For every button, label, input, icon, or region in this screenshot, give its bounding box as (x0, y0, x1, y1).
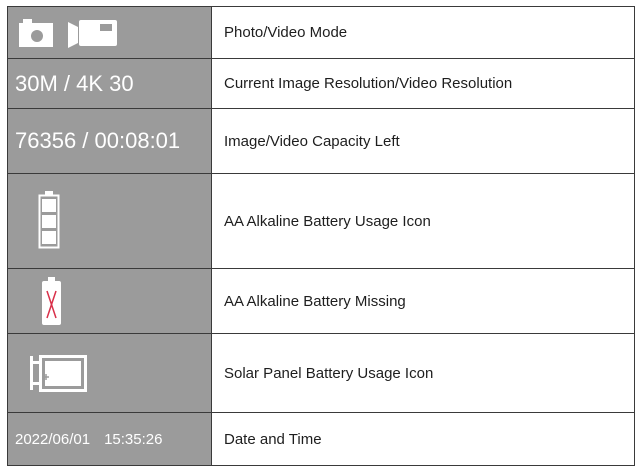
table-row: 30M / 4K 30 Current Image Resolution/Vid… (7, 58, 635, 109)
battery-icon-cell (7, 173, 212, 269)
datetime-description: Date and Time (211, 412, 635, 466)
table-row: Photo/Video Mode (7, 6, 635, 59)
battery-full-icon (38, 191, 60, 249)
battery-usage-description: AA Alkaline Battery Usage Icon (211, 173, 635, 269)
icon-legend-table: Photo/Video Mode 30M / 4K 30 Current Ima… (7, 6, 635, 466)
resolution-value: 30M / 4K 30 (15, 70, 134, 96)
battery-missing-cell (7, 268, 212, 334)
table-row: AA Alkaline Battery Missing (7, 268, 635, 334)
table-row: AA Alkaline Battery Usage Icon (7, 173, 635, 269)
solar-description: Solar Panel Battery Usage Icon (211, 333, 635, 413)
table-row: 76356 / 00:08:01 Image/Video Capacity Le… (7, 108, 635, 174)
video-camera-icon (68, 20, 117, 48)
battery-missing-description: AA Alkaline Battery Missing (211, 268, 635, 334)
battery-missing-icon (42, 277, 61, 325)
table-row: 2022/06/01 15:35:26 Date and Time (7, 412, 635, 466)
mode-description: Photo/Video Mode (211, 6, 635, 59)
camera-icon (19, 19, 53, 47)
time-value: 15:35:26 (104, 430, 163, 448)
mode-icon-cell (7, 6, 212, 59)
solar-icon-cell (7, 333, 212, 413)
capacity-description: Image/Video Capacity Left (211, 108, 635, 174)
table-row: Solar Panel Battery Usage Icon (7, 333, 635, 413)
solar-battery-icon (30, 355, 87, 392)
resolution-description: Current Image Resolution/Video Resolutio… (211, 58, 635, 109)
capacity-value: 76356 / 00:08:01 (15, 128, 181, 153)
date-value: 2022/06/01 (15, 430, 91, 448)
